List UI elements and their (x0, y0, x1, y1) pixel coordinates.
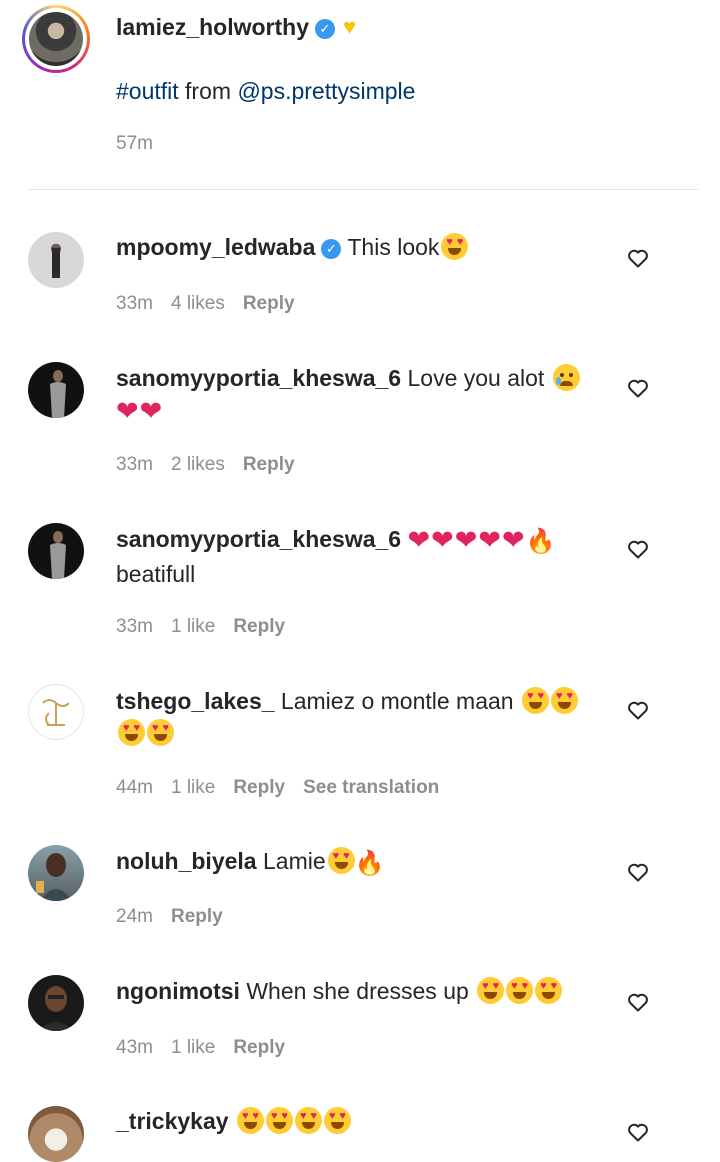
comment-username[interactable]: _trickykay (116, 1108, 229, 1134)
commenter-avatar[interactable] (28, 523, 84, 579)
comment-timestamp: 24m (116, 906, 153, 927)
comment-timestamp: 43m (116, 1037, 153, 1058)
heart-eyes-emoji-icon (265, 1107, 293, 1134)
heart-eyes-emoji-icon (477, 977, 505, 1004)
heart-eyes-emoji-icon (147, 719, 174, 746)
heart-eyes-emoji-icon (323, 1107, 351, 1134)
comment-text: Lamiez o montle maan (274, 688, 520, 714)
commenter-avatar[interactable] (28, 362, 84, 418)
comment-timestamp: 44m (116, 777, 153, 798)
crying-face-emoji-icon (552, 364, 580, 391)
heart-eyes-emoji-icon (327, 847, 355, 874)
heart-eyes-emoji-icon (535, 977, 563, 1004)
reply-button[interactable]: Reply (233, 616, 285, 637)
comment-likes[interactable]: 1 like (171, 1037, 215, 1058)
fire-icon: 🔥 (525, 528, 556, 555)
comment-username[interactable]: tshego_lakes_ (116, 688, 275, 714)
comment-text: Lamie (256, 848, 326, 874)
comment-text: Love you alot (401, 365, 551, 391)
author-username[interactable]: lamiez_holworthy (116, 14, 309, 40)
heart-outline-icon[interactable] (626, 1120, 650, 1144)
verified-badge-icon: ✓ (321, 239, 342, 259)
commenter-avatar[interactable] (28, 1106, 84, 1162)
comment-timestamp: 33m (116, 293, 153, 314)
post-caption: lamiez_holworthy ✓ ♥ #outfit from @ps.pret… (0, 0, 720, 190)
heart-eyes-emoji-icon (236, 1107, 264, 1134)
comment-timestamp: 33m (116, 616, 153, 637)
red-heart-icon: ❤ (501, 525, 525, 555)
comment-username[interactable]: sanomyyportia_kheswa_6 (116, 526, 401, 552)
fire-icon: 🔥 (354, 850, 385, 877)
red-heart-icon: ❤ (139, 396, 163, 426)
comment-likes[interactable]: 4 likes (171, 293, 225, 314)
commenter-avatar[interactable] (28, 845, 84, 901)
reply-button[interactable]: Reply (243, 293, 295, 314)
hashtag-link[interactable]: #outfit (116, 78, 179, 104)
comment-username[interactable]: noluh_biyela (116, 848, 257, 874)
red-heart-icon: ❤ (116, 396, 139, 426)
commenter-avatar[interactable] (28, 975, 84, 1031)
caption-text: #outfit from @ps.prettysimple (116, 78, 416, 104)
verified-badge-icon: ✓ (314, 19, 335, 39)
comment-username[interactable]: sanomyyportia_kheswa_6 (116, 365, 401, 391)
heart-outline-icon[interactable] (626, 860, 650, 884)
red-heart-icon: ❤ (478, 525, 501, 555)
divider (28, 189, 698, 190)
comment-timestamp: 33m (116, 454, 153, 475)
mention-link[interactable]: @ps.prettysimple (237, 78, 415, 104)
heart-eyes-emoji-icon (441, 233, 469, 260)
yellow-heart-icon: ♥ (342, 14, 357, 39)
commenter-avatar[interactable] (28, 232, 84, 288)
comment-username[interactable]: ngonimotsi (116, 978, 240, 1004)
reply-button[interactable]: Reply (233, 1037, 285, 1058)
heart-outline-icon[interactable] (626, 537, 650, 561)
comment-likes[interactable]: 1 like (171, 616, 215, 637)
heart-outline-icon[interactable] (626, 698, 650, 722)
red-heart-icon: ❤ (431, 525, 454, 555)
red-heart-icon: ❤ (407, 525, 431, 555)
heart-outline-icon[interactable] (626, 990, 650, 1014)
comment-text: When she dresses up (239, 978, 476, 1004)
heart-eyes-emoji-icon (118, 719, 145, 746)
heart-eyes-emoji-icon (521, 687, 549, 714)
comment-likes[interactable]: 1 like (171, 777, 215, 798)
comment-likes[interactable]: 2 likes (171, 454, 225, 475)
reply-button[interactable]: Reply (233, 777, 285, 798)
caption-timestamp: 57m (116, 133, 153, 154)
heart-outline-icon[interactable] (626, 246, 650, 270)
heart-eyes-emoji-icon (550, 687, 578, 714)
heart-eyes-emoji-icon (294, 1107, 322, 1134)
red-heart-icon: ❤ (454, 525, 478, 555)
see-translation-button[interactable]: See translation (303, 777, 439, 798)
comment-text (229, 1108, 235, 1134)
reply-button[interactable]: Reply (243, 454, 295, 475)
author-avatar[interactable] (22, 5, 90, 73)
comment-text: beatifull (116, 561, 196, 587)
commenter-avatar[interactable] (28, 684, 84, 740)
reply-button[interactable]: Reply (171, 906, 223, 927)
heart-outline-icon[interactable] (626, 376, 650, 400)
comment-text: This look (341, 234, 440, 260)
heart-eyes-emoji-icon (506, 977, 534, 1004)
comment-username[interactable]: mpoomy_ledwaba (116, 234, 315, 260)
